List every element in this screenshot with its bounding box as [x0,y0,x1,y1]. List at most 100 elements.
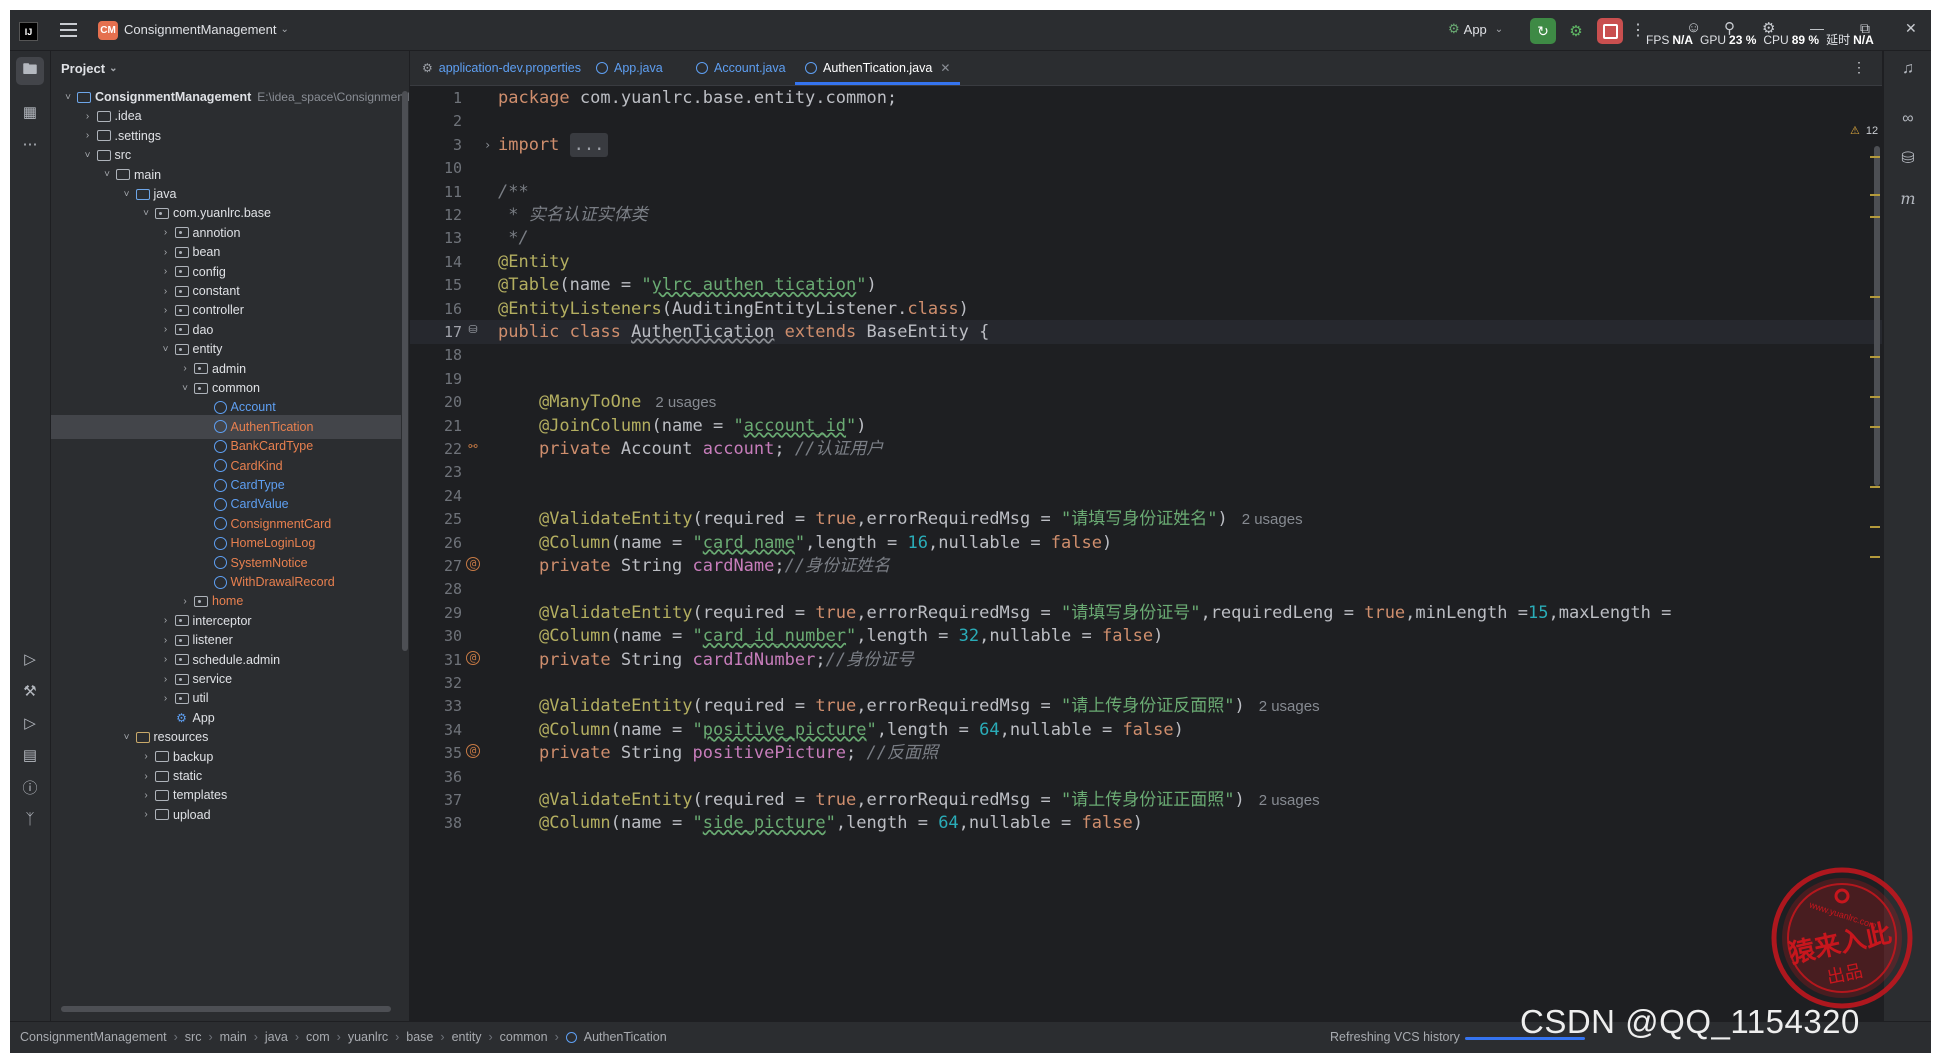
rerun-button[interactable]: ↻ [1530,18,1556,44]
code-token[interactable]: ... [569,132,609,157]
collapse-chevron-icon[interactable]: › [139,771,153,782]
code-line[interactable]: 24 [410,484,1882,508]
code-line[interactable]: 15 @Table(name = "ylrc_authen_tication") [410,273,1882,297]
services-icon[interactable]: ▷ [19,648,41,670]
code-line[interactable]: 18 [410,343,1882,367]
stop-button[interactable] [1597,18,1623,44]
code-line[interactable]: 14 @Entity [410,250,1882,274]
collapse-chevron-icon[interactable]: › [159,266,173,277]
build-hammer-icon[interactable]: ⚒ [19,680,41,702]
validation-annotation-icon[interactable]: @ [466,744,480,759]
collapse-chevron-icon[interactable]: › [159,247,173,258]
close-window-icon[interactable]: ✕ [1905,20,1917,37]
close-tab-icon[interactable]: ✕ [940,61,950,75]
expand-chevron-icon[interactable]: ˅ [120,732,134,743]
code-line[interactable]: 13 */ [410,226,1882,250]
collapse-chevron-icon[interactable]: › [81,111,95,122]
project-pane-header[interactable]: Project ⌄ [61,61,117,76]
tab-authentication-java[interactable]: AuthenTication.java ✕ [795,51,961,85]
run-config-selector[interactable]: ⚙ App ⌄ [1448,21,1503,37]
code-line[interactable]: 36 [410,765,1882,789]
code-line[interactable]: 16 @EntityListeners(AuditingEntityListene… [410,297,1882,321]
collapse-chevron-icon[interactable]: › [159,286,173,297]
code-line[interactable]: 32 [410,671,1882,695]
collapse-chevron-icon[interactable]: › [139,809,153,820]
collapse-chevron-icon[interactable]: › [159,305,173,316]
collapse-chevron-icon[interactable]: › [159,615,173,626]
project-view-folder-icon[interactable]: 🖿 [16,57,44,85]
expand-chevron-icon[interactable]: ˅ [139,208,153,219]
code-area[interactable]: ⚠ 12 ✓ 5 ⌃ ⌄ 1package com.yuanlrc.base.e… [410,86,1882,1021]
expand-chevron-icon[interactable]: ˅ [178,383,192,394]
collapse-chevron-icon[interactable]: › [159,635,173,646]
database-icon[interactable]: ⛁ [1898,149,1918,169]
project-switcher[interactable]: ConsignmentManagement ⌄ [124,22,289,37]
restore-icon[interactable]: ⧉ [1860,20,1870,37]
maven-icon[interactable]: m [1898,189,1918,209]
breadcrumb-item[interactable]: ConsignmentManagement [20,1030,167,1044]
code-line[interactable]: 1 package com.yuanlrc.base.entity.common; [410,86,1882,110]
minimize-icon[interactable]: — [1810,20,1824,36]
usages-hint[interactable]: 2 usages [1259,792,1320,809]
code-line[interactable]: 25 @ValidateEntity(required = true,error… [410,507,1882,531]
tab-account-java[interactable]: Account.java [696,51,786,85]
fold-chevron-icon[interactable]: › [484,133,491,157]
collapse-chevron-icon[interactable]: › [139,751,153,762]
breadcrumb-item[interactable]: common [500,1030,548,1044]
code-line[interactable]: 35 @ private String positivePicture; //反面… [410,741,1882,765]
code-line[interactable]: 27 @ private String cardName;//身份证姓名 [410,554,1882,578]
code-line[interactable]: 11 /** [410,180,1882,204]
tree-vertical-scrollbar[interactable] [402,91,408,651]
code-line[interactable]: 37 @ValidateEntity(required = true,error… [410,788,1882,812]
tree-horizontal-scrollbar[interactable] [61,1006,391,1012]
tree-item-upload[interactable]: › upload [51,803,401,827]
code-line[interactable]: 34 @Column(name = "positive_picture",len… [410,718,1882,742]
code-line[interactable]: 38 @Column(name = "side_picture",length … [410,811,1882,835]
collapse-chevron-icon[interactable]: › [159,674,173,685]
expand-chevron-icon[interactable]: ˅ [120,189,134,200]
validation-annotation-icon[interactable]: @ [466,650,480,665]
tab-application-dev-properties[interactable]: ⚙ application-dev.properties [422,51,581,85]
main-menu-icon[interactable] [58,20,78,40]
breadcrumb-item[interactable]: com [306,1030,330,1044]
tab-options-icon[interactable]: ⋮ [1852,59,1866,76]
collapse-chevron-icon[interactable]: › [81,130,95,141]
breadcrumb-item[interactable]: AuthenTication [584,1030,667,1044]
breadcrumb-item[interactable]: base [406,1030,433,1044]
code-line[interactable]: 12 * 实名认证实体类 [410,203,1882,227]
code-line[interactable]: 2 [410,109,1882,133]
code-line[interactable]: 31 @ private String cardIdNumber;//身份证号 [410,648,1882,672]
run-icon[interactable]: ▷ [19,712,41,734]
ai-assistant-icon[interactable]: ∞ [1898,109,1918,129]
expand-chevron-icon[interactable]: ˅ [61,92,75,103]
database-entity-icon[interactable]: ⛁ [466,323,480,337]
editor-vertical-scrollbar[interactable] [1874,146,1880,486]
code-line[interactable]: 26 @Column(name = "card_name",length = 1… [410,531,1882,555]
code-line[interactable]: 20 @ManyToOne 2 usages [410,390,1882,414]
collapse-chevron-icon[interactable]: › [139,790,153,801]
collapse-chevron-icon[interactable]: › [159,693,173,704]
code-line[interactable]: 19 [410,367,1882,391]
breadcrumb-item[interactable]: src [185,1030,202,1044]
collapse-chevron-icon[interactable]: › [178,596,192,607]
project-badge[interactable]: CM [98,21,118,40]
git-branch-icon[interactable]: ᛉ [19,808,41,830]
code-line[interactable]: 29 @ValidateEntity(required = true,error… [410,601,1882,625]
collapse-chevron-icon[interactable]: › [159,227,173,238]
collapse-chevron-icon[interactable]: › [178,363,192,374]
breadcrumb-item[interactable]: java [265,1030,288,1044]
breadcrumb-item[interactable]: yuanlrc [348,1030,388,1044]
more-tools-icon[interactable]: ⋯ [19,133,41,155]
relation-link-icon[interactable]: ⚯ [466,440,480,454]
code-line[interactable]: 33 @ValidateEntity(required = true,error… [410,694,1882,718]
expand-chevron-icon[interactable]: ˅ [159,344,173,355]
usages-hint[interactable]: 2 usages [655,394,716,411]
validation-annotation-icon[interactable]: @ [466,557,480,571]
usages-hint[interactable]: 2 usages [1242,511,1303,528]
expand-chevron-icon[interactable]: ˅ [81,150,95,161]
code-line[interactable]: 23 [410,460,1882,484]
notifications-bell-icon[interactable]: ♫ [1898,59,1918,79]
terminal-icon[interactable]: ▤ [19,744,41,766]
breadcrumb-item[interactable]: main [220,1030,247,1044]
structure-icon[interactable]: ▦ [19,101,41,123]
